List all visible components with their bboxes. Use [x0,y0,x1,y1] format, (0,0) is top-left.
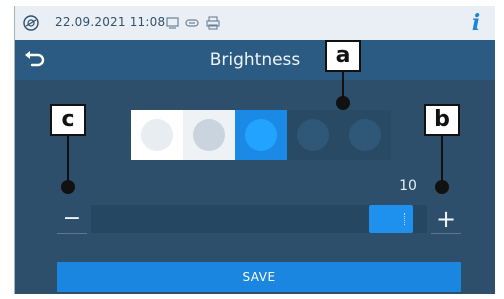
increase-button[interactable]: + [431,205,461,234]
page-title: Brightness [209,50,301,70]
brightness-dot [349,119,381,151]
brightness-dot [245,119,277,151]
brightness-level-2[interactable] [183,110,235,160]
device-logo-icon [23,15,39,31]
callout-b-dot [435,180,449,194]
callout-b-line [441,136,443,182]
slider-thumb[interactable] [369,205,413,233]
title-bar: Brightness [15,40,495,80]
callout-c-label: c [50,104,86,136]
brightness-dot [193,119,225,151]
callout-b-label: b [424,104,460,136]
brightness-dot [297,119,329,151]
decrease-button[interactable]: − [57,205,87,234]
grip-icon [404,213,407,225]
status-datetime: 22.09.2021 11:08 [55,15,166,29]
brightness-dot [141,119,173,151]
brightness-level-3[interactable] [235,110,287,160]
device-screen: 22.09.2021 11:08 i Brightness 10 − + SAV… [14,6,495,294]
info-icon[interactable]: i [465,11,487,35]
brightness-swatches [131,110,391,160]
callout-c-line [67,136,69,182]
brightness-level-4[interactable] [287,110,339,160]
monitor-icon [165,15,181,31]
brightness-slider[interactable] [91,205,427,233]
brightness-level-5[interactable] [339,110,391,160]
save-button[interactable]: SAVE [57,262,461,292]
status-bar: 22.09.2021 11:08 i [15,6,495,41]
callout-a-line [342,72,344,98]
brightness-level-1[interactable] [131,110,183,160]
usb-stick-icon [185,15,201,31]
printer-icon [205,15,221,31]
callout-a-dot [336,96,350,110]
slider-value: 10 [399,178,417,194]
callout-c-dot [61,180,75,194]
callout-a-label: a [325,40,361,72]
